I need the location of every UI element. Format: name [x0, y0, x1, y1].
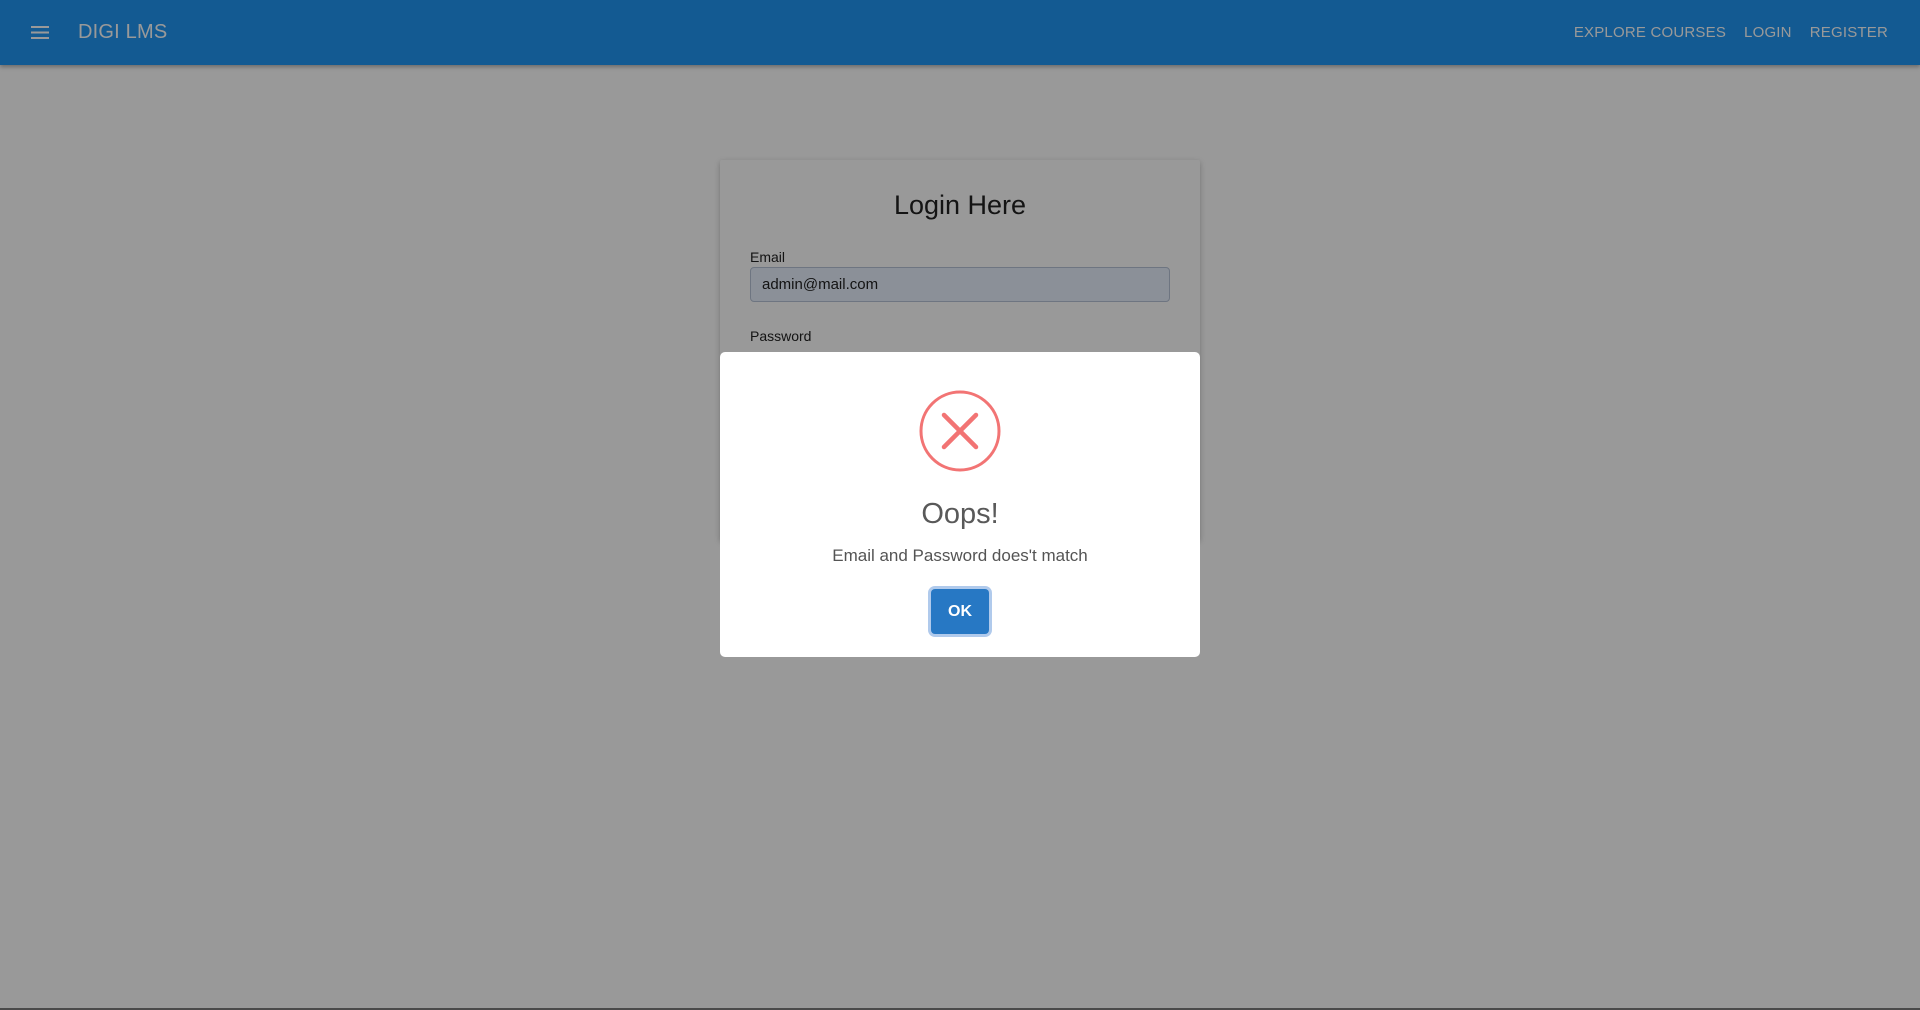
dialog-message: Email and Password does't match [832, 546, 1088, 565]
error-dialog: Oops! Email and Password does't match OK [720, 352, 1200, 657]
dialog-title: Oops! [921, 498, 999, 530]
error-x-icon [919, 390, 1001, 472]
ok-button[interactable]: OK [931, 589, 989, 634]
